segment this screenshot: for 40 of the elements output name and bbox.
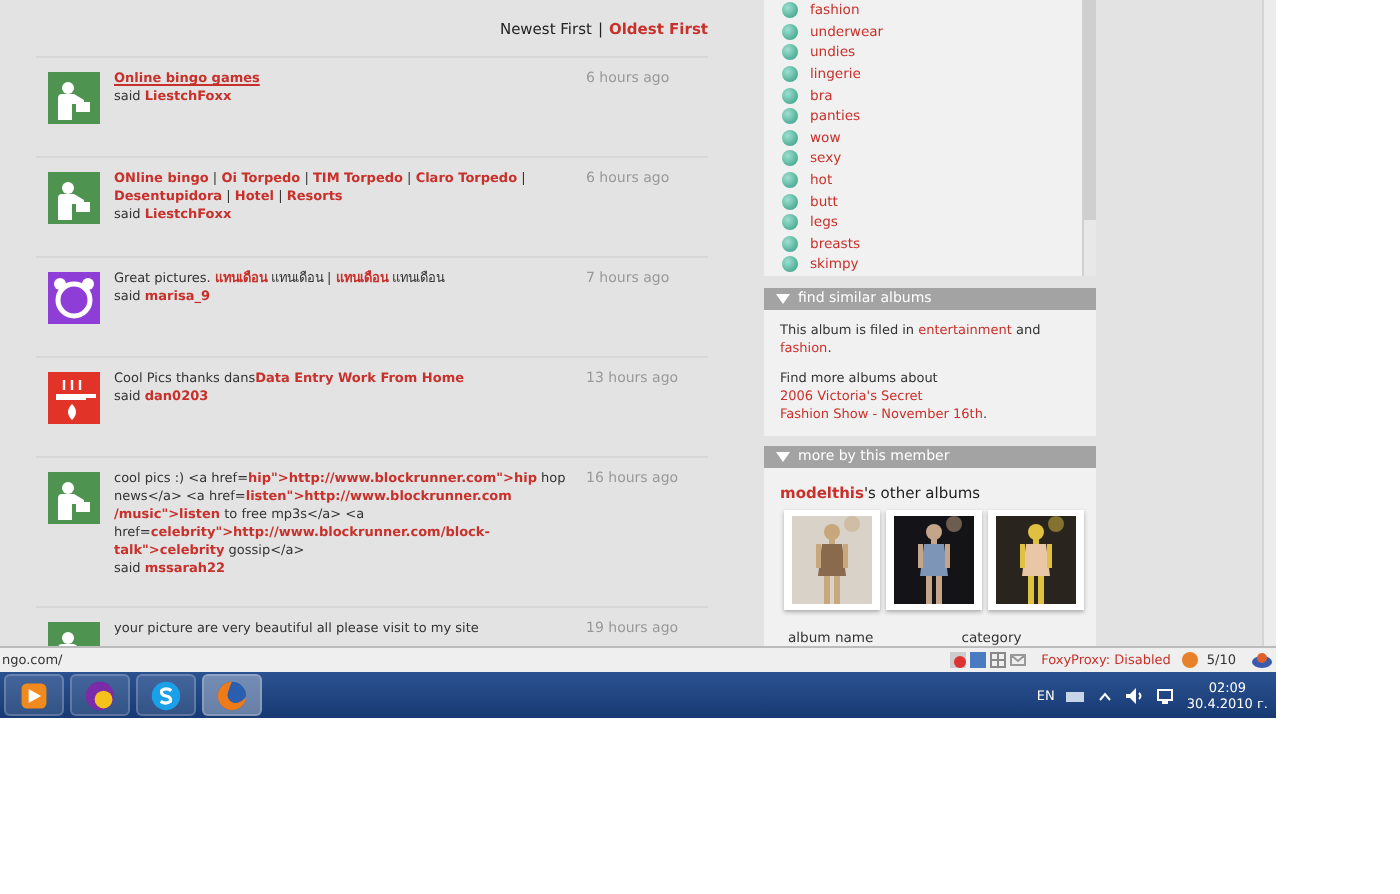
app-icon [216, 679, 248, 711]
bullet-icon [782, 172, 798, 189]
grid-icon[interactable] [989, 652, 1006, 668]
bullet-icon [782, 23, 798, 40]
triangle-icon [776, 451, 790, 462]
avatar-icon [48, 372, 100, 424]
app-icon [18, 679, 50, 711]
bullet-icon [782, 150, 798, 167]
bullet-icon [782, 256, 798, 273]
taskbar-button[interactable] [4, 674, 64, 716]
avatar-icon [48, 72, 100, 124]
chevron-icon[interactable] [1096, 687, 1115, 703]
bullet-icon [782, 235, 798, 252]
avatar-icon [48, 172, 100, 224]
app-icon [150, 679, 182, 711]
bullet-icon [782, 108, 798, 125]
bullet-icon [782, 66, 798, 83]
album-thumbnail[interactable] [886, 509, 982, 610]
triangle-icon [776, 293, 790, 304]
bullet-icon [782, 214, 798, 231]
keyboard-icon[interactable] [1066, 687, 1085, 703]
bullet-icon [782, 2, 798, 19]
speaker-icon[interactable] [1126, 687, 1145, 703]
addon-icon[interactable] [949, 652, 966, 668]
bullet-icon [782, 129, 798, 146]
taskbar-button[interactable] [136, 674, 196, 716]
scrollbar[interactable] [1082, 0, 1096, 276]
album-thumbnail[interactable] [784, 509, 880, 610]
album-thumbnail[interactable] [988, 509, 1084, 610]
addon-icon[interactable] [969, 652, 986, 668]
bullet-icon [782, 193, 798, 210]
taskbar-button[interactable] [70, 674, 130, 716]
bullet-icon [782, 44, 798, 61]
bullet-icon [782, 87, 798, 104]
network-icon[interactable] [1156, 687, 1175, 703]
addon-icon[interactable] [1252, 652, 1272, 668]
avatar-icon [48, 472, 100, 524]
app-icon [84, 679, 116, 711]
scrollbar[interactable] [1262, 0, 1276, 646]
avatar-icon [48, 272, 100, 324]
